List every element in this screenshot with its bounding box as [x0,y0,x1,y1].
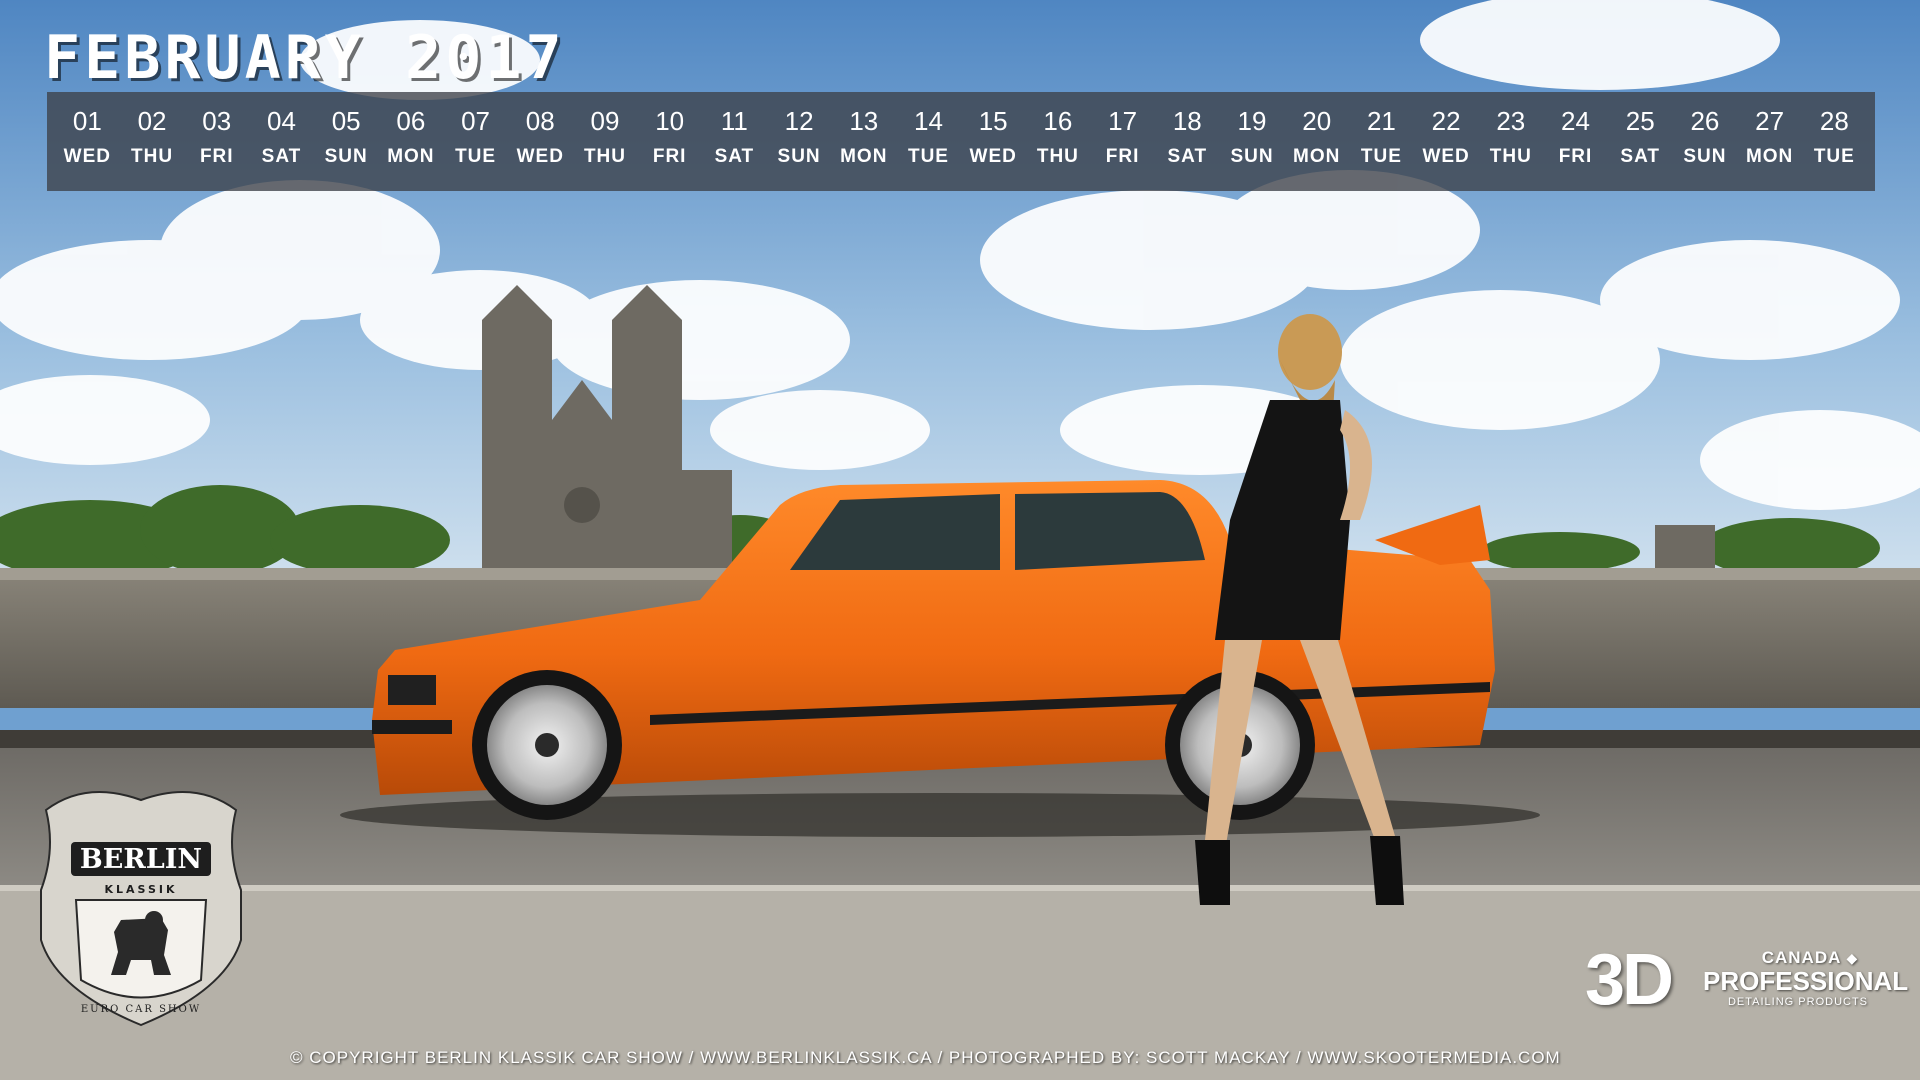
day-number: 18 [1172,106,1202,136]
day-number: 19 [1237,106,1267,136]
day-weekday: SAT [714,146,755,167]
day-weekday: MON [1293,146,1341,167]
calendar-day: 25 SAT [1610,92,1670,191]
day-weekday: WED [63,146,111,167]
day-weekday: THU [583,146,626,167]
calendar-day: 18 SAT [1157,92,1217,191]
berlin-klassik-logo: BERLIN KLASSIK EURO CAR SHOW [40,791,242,1027]
day-number: 17 [1108,106,1138,136]
day-number: 16 [1043,106,1073,136]
day-number: 23 [1496,106,1526,136]
day-weekday: TUE [1813,146,1855,167]
calendar-day: 28 TUE [1804,92,1864,191]
calendar-day: 23 THU [1481,92,1541,191]
day-weekday: TUE [1360,146,1402,167]
berlin-name-text: BERLIN [80,844,202,875]
day-weekday: MON [840,146,888,167]
day-number: 13 [849,106,879,136]
logo-canada-text: CANADA [1761,948,1841,967]
day-weekday: FRI [199,146,234,167]
calendar-day: 14 TUE [898,92,958,191]
maple-leaf-icon: ◆ [1846,950,1859,966]
day-number: 24 [1561,106,1590,136]
day-weekday: THU [131,146,174,167]
day-number: 02 [137,106,167,136]
day-weekday: SAT [1620,146,1661,167]
calendar-day: 27 MON [1740,92,1800,191]
day-number: 01 [72,106,102,136]
day-weekday: WED [969,146,1017,167]
logo-canada-row: CANADA ◆ [1745,948,1875,968]
day-number: 21 [1366,106,1396,136]
day-weekday: SUN [324,146,368,167]
day-weekday: FRI [1105,146,1140,167]
calendar-day: 15 WED [963,92,1023,191]
calendar-day: 17 FRI [1093,92,1153,191]
day-weekday: SUN [777,146,821,167]
calendar-day: 05 SUN [316,92,376,191]
day-weekday: FRI [1558,146,1593,167]
calendar-day: 07 TUE [446,92,506,191]
day-number: 04 [266,106,296,136]
day-weekday: SAT [261,146,302,167]
day-weekday: SUN [1683,146,1727,167]
day-number: 15 [978,106,1008,136]
day-weekday: THU [1489,146,1532,167]
day-number: 08 [525,106,555,136]
front-wheel [472,670,622,820]
logo-professional-text: PROFESSIONAL [1703,966,1909,996]
calendar-day: 04 SAT [251,92,311,191]
calendar-day: 22 WED [1416,92,1476,191]
day-number: 26 [1690,106,1720,136]
calendar-day: 21 TUE [1351,92,1411,191]
calendar-day: 08 WED [510,92,570,191]
berlin-sub-text: KLASSIK [104,883,177,896]
day-number: 22 [1431,106,1461,136]
calendar-day: 09 THU [575,92,635,191]
calendar-day: 20 MON [1287,92,1347,191]
calendar-day: 24 FRI [1546,92,1606,191]
calendar-day: 19 SUN [1222,92,1282,191]
calendar-day: 06 MON [381,92,441,191]
day-weekday: MON [387,146,435,167]
day-number: 03 [202,106,232,136]
day-number: 10 [655,106,685,136]
calendar-day: 16 THU [1028,92,1088,191]
calendar-day: 01 WED [57,92,117,191]
calendar-day: 26 SUN [1675,92,1735,191]
calendar-day: 11 SAT [704,92,764,191]
calendar-day-strip: 01 WED 02 THU 03 FRI 04 SAT 05 SUN 06 MON 07 TUE 08 WED… [47,92,1875,191]
calendar-day: 13 MON [834,92,894,191]
day-number: 07 [461,106,491,136]
day-number: 12 [784,106,814,136]
day-number: 14 [914,106,943,136]
day-weekday: THU [1036,146,1079,167]
day-number: 20 [1302,106,1332,136]
day-number: 09 [590,106,620,136]
day-weekday: SAT [1167,146,1208,167]
berlin-tag-text: EURO CAR SHOW [81,1004,201,1015]
day-weekday: WED [516,146,564,167]
logo-3d-text: 3D [1585,940,1674,1020]
day-number: 27 [1755,106,1785,136]
day-number: 11 [720,106,748,136]
day-weekday: SUN [1230,146,1274,167]
logo-tagline-text: DETAILING PRODUCTS [1727,996,1869,1008]
calendar-title: FEBRUARY 2017 [44,23,566,93]
day-number: 28 [1819,106,1849,136]
calendar-day: 03 FRI [187,92,247,191]
day-weekday: TUE [455,146,497,167]
day-number: 06 [396,106,426,136]
day-weekday: WED [1422,146,1470,167]
calendar-day: 12 SUN [769,92,829,191]
day-weekday: TUE [907,146,949,167]
day-number: 25 [1625,106,1655,136]
copyright-footer: © COPYRIGHT BERLIN KLASSIK CAR SHOW / WW… [290,1048,1561,1067]
day-weekday: MON [1745,146,1794,167]
day-number: 05 [331,106,361,136]
3d-professional-logo: 3D CANADA ◆ PROFESSIONAL DETAILING PRODU… [1585,944,1908,1016]
day-weekday: FRI [652,146,687,167]
calendar-day: 10 FRI [640,92,700,191]
calendar-day: 02 THU [122,92,182,191]
